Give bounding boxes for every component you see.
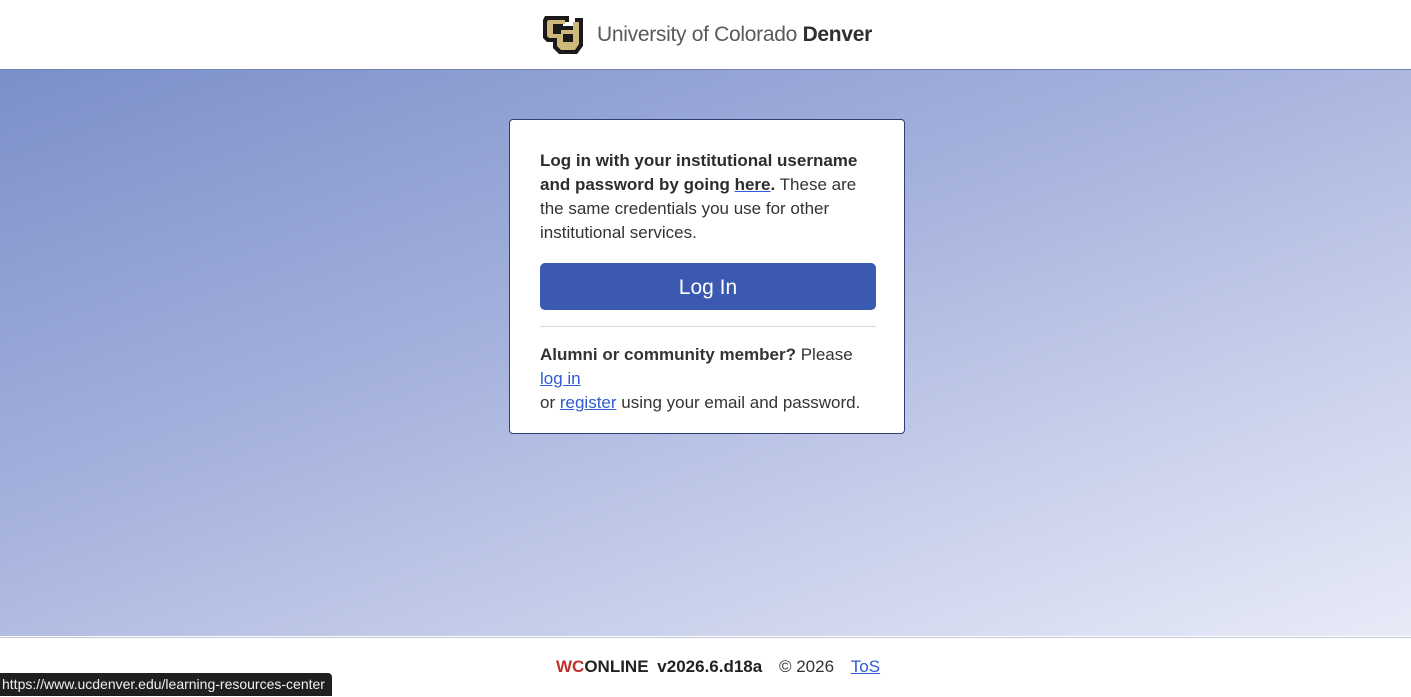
card-divider [540, 326, 876, 327]
register-link[interactable]: register [560, 393, 617, 412]
alumni-rest-text: using your email and password. [616, 393, 861, 412]
log-in-button[interactable]: Log In [540, 263, 876, 310]
alumni-login-instructions: Alumni or community member? Please log i… [540, 343, 874, 415]
footer-copyright: © 2026 [778, 657, 835, 676]
here-link-label: here [734, 175, 771, 194]
institutional-login-instructions: Log in with your institutional username … [540, 149, 874, 245]
footer-version: v2026.6.d18a [657, 657, 763, 676]
top-header: University of Colorado Denver [0, 0, 1411, 70]
alumni-or-text: or [540, 393, 560, 412]
university-name-prefix: University of Colorado [597, 22, 798, 46]
institutional-login-here-link[interactable]: here [735, 175, 771, 194]
alumni-question: Alumni or community member? [540, 345, 796, 364]
browser-status-url: https://www.ucdenver.edu/learning-resour… [0, 673, 332, 696]
login-card: Log in with your institutional username … [509, 119, 905, 434]
terms-of-service-link[interactable]: ToS [851, 657, 880, 676]
footer-brand-online: ONLINE [584, 657, 649, 676]
footer-brand-wc: WC [556, 657, 585, 676]
university-name-campus: Denver [802, 22, 873, 46]
university-brand-link[interactable]: University of Colorado Denver [539, 12, 872, 58]
footer-content: WCONLINE v2026.6.d18a © 2026 ToS [556, 657, 880, 677]
alumni-please-text: Please [795, 345, 853, 364]
alumni-log-in-link[interactable]: log in [540, 369, 581, 388]
cu-logo-icon [543, 15, 584, 54]
university-name: University of Colorado Denver [597, 23, 872, 47]
